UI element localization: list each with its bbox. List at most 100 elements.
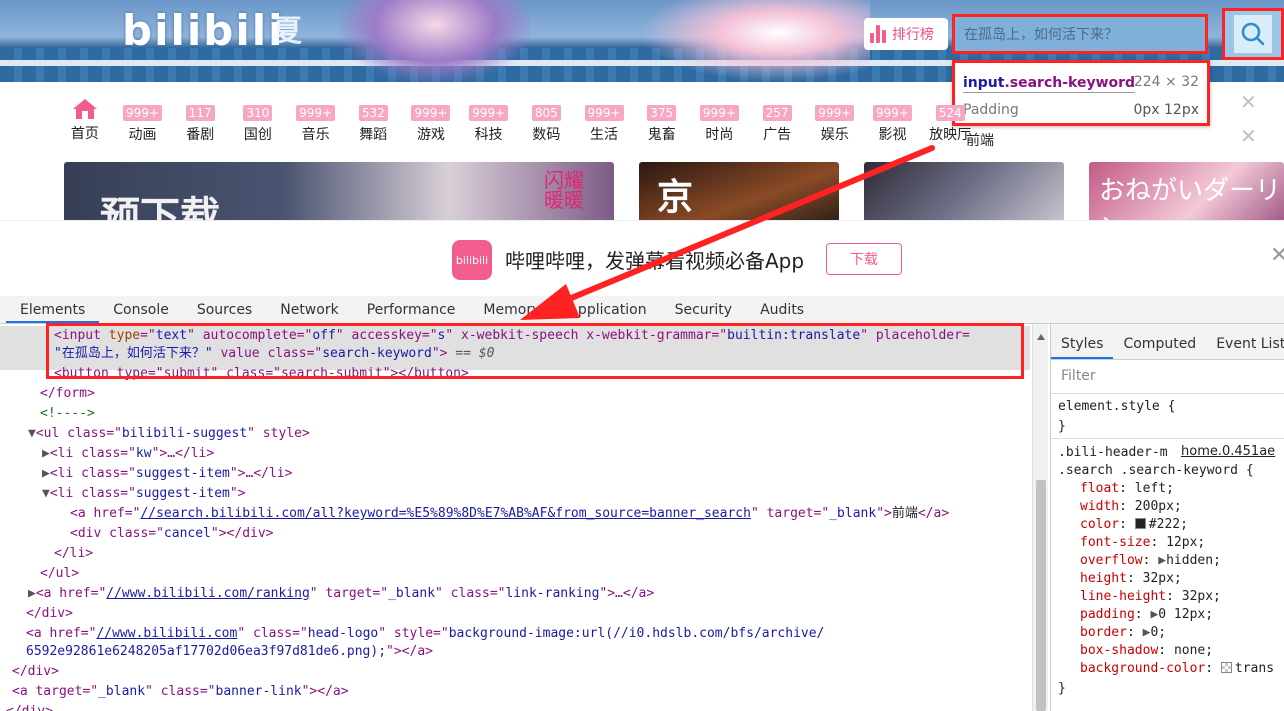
nav-item-5[interactable]: 532 舞蹈 [344, 96, 402, 146]
nav-item-13[interactable]: 999+ 娱乐 [806, 96, 864, 146]
search-button[interactable] [1222, 8, 1284, 60]
dom-line[interactable]: <a href="//search.bilibili.com/all?keywo… [70, 504, 949, 524]
dom-line[interactable]: <div class="cancel"></div> [70, 524, 274, 544]
devtools-tab-elements[interactable]: Elements [6, 296, 100, 323]
dom-line[interactable]: <!----> [40, 404, 95, 424]
devtools-tab-security[interactable]: Security [661, 296, 747, 323]
devtools-tab-network[interactable]: Network [266, 296, 352, 323]
dom-line[interactable]: </ul> [40, 564, 79, 584]
video-thumbnail[interactable]: 预下载 闪耀 暖暖 [64, 162, 614, 222]
styles-tabbar: Styles Computed Event List [1051, 324, 1284, 360]
search-input[interactable]: 在孤岛上，如何活下来？ [952, 14, 1208, 54]
nav-item-9[interactable]: 999+ 生活 [575, 96, 633, 146]
dom-line[interactable]: ▶<li class="kw">…</li> [42, 444, 214, 464]
color-swatch[interactable] [1220, 662, 1232, 673]
dom-line[interactable]: ▼<ul class="bilibili-suggest" style> [28, 424, 310, 444]
nav-item-6[interactable]: 999+ 游戏 [402, 96, 460, 146]
dom-line[interactable]: "在孤岛上，如何活下来？" value class="search-keywor… [54, 344, 494, 364]
nav-item-label: 首页 [70, 126, 99, 142]
close-icon[interactable]: ✕ [1270, 243, 1284, 268]
ranking-link[interactable]: 排行榜 [864, 18, 948, 50]
nav-count-badge: 310 [243, 105, 273, 121]
rule-source-link[interactable]: home.0.451ae [1181, 444, 1275, 459]
style-property[interactable]: font-size: 12px; [1080, 534, 1205, 552]
nav-item-label: 游戏 [416, 127, 445, 143]
nav-item-12[interactable]: 257 广告 [748, 96, 806, 146]
element-style-rule[interactable]: element.style { [1058, 398, 1175, 416]
nav-item-14[interactable]: 999+ 影视 [864, 96, 922, 146]
nav-item-10[interactable]: 375 鬼畜 [633, 96, 691, 146]
styles-tab-styles[interactable]: Styles [1051, 324, 1114, 359]
nav-count-badge: 532 [358, 105, 388, 121]
dom-line[interactable]: </div> [26, 604, 73, 624]
dom-line[interactable]: </div> [6, 702, 53, 711]
styles-tab-event-list[interactable]: Event List [1206, 324, 1284, 359]
style-property[interactable]: width: 200px; [1080, 498, 1182, 516]
bilibili-logo[interactable]: bilibili [122, 6, 285, 55]
styles-filter-input[interactable]: Filter [1051, 360, 1284, 394]
dom-line[interactable]: <button type="submit" class="search-subm… [54, 364, 469, 384]
devtools-tab-memory[interactable]: Memory [469, 296, 554, 323]
video-thumbnail[interactable]: 京 [639, 162, 839, 222]
dom-line[interactable]: 6592e92861e6248205af17702d06ea3f97d81de6… [26, 642, 433, 662]
nav-count-badge: 999+ [699, 105, 739, 121]
nav-item-11[interactable]: 999+ 时尚 [691, 96, 749, 146]
style-property[interactable]: color: #222; [1080, 516, 1188, 534]
devtools-tab-application[interactable]: Application [554, 296, 660, 323]
scroll-up-icon[interactable] [1037, 334, 1045, 340]
nav-item-4[interactable]: 999+ 音乐 [287, 96, 345, 146]
devtools-tab-sources[interactable]: Sources [183, 296, 266, 323]
dom-line[interactable]: <a target="_blank" class="banner-link"><… [12, 682, 349, 702]
nav-item-label: 生活 [590, 127, 619, 143]
dom-line[interactable]: </div> [12, 662, 59, 682]
nav-item-label: 科技 [474, 127, 503, 143]
style-property[interactable]: background-color: trans [1080, 660, 1274, 678]
app-download-bar: bilibili 哔哩哔哩，发弹幕看视频必备App 下载 ✕ [0, 220, 1284, 296]
dom-line[interactable]: ▶<a href="//www.bilibili.com/ranking" ta… [28, 584, 654, 604]
suggest-close-icon[interactable]: ✕ [1240, 124, 1257, 148]
devtools-tab-console[interactable]: Console [99, 296, 183, 323]
elements-dom-tree: <input type="text" autocomplete="off" ac… [0, 324, 1030, 711]
video-thumbnail[interactable] [864, 162, 1064, 222]
nav-item-3[interactable]: 310 国创 [229, 96, 287, 146]
property-value: 12px; [1166, 535, 1206, 550]
style-property[interactable]: float: left; [1080, 480, 1174, 498]
dom-line[interactable]: ▼<li class="suggest-item"> [42, 484, 246, 504]
property-value: left; [1134, 481, 1174, 496]
nav-item-0[interactable]: 首页 [56, 96, 114, 146]
nav-item-label: 时尚 [705, 127, 734, 143]
nav-item-15[interactable]: 524 放映厅 [921, 96, 979, 146]
style-property[interactable]: height: 32px; [1080, 570, 1182, 588]
style-property[interactable]: box-shadow: none; [1080, 642, 1213, 660]
nav-item-2[interactable]: 117 番剧 [171, 96, 229, 146]
dom-line[interactable]: ▶<li class="suggest-item">…</li> [42, 464, 292, 484]
download-button[interactable]: 下载 [826, 243, 902, 275]
style-property[interactable]: padding: ▶0 12px; [1080, 606, 1213, 624]
style-property[interactable]: border: ▶0; [1080, 624, 1166, 642]
nav-item-label: 数码 [532, 127, 561, 143]
styles-tab-computed[interactable]: Computed [1113, 324, 1206, 359]
rule-selector[interactable]: .search .search-keyword { [1058, 462, 1254, 480]
video-thumbnail[interactable]: おねがいダーリン [1089, 162, 1284, 222]
dom-line[interactable]: </li> [54, 544, 93, 564]
dom-line[interactable]: </form> [40, 384, 95, 404]
dom-line[interactable]: <input type="text" autocomplete="off" ac… [54, 326, 970, 346]
rule-selector[interactable]: .bili-header-m [1058, 444, 1168, 462]
nav-item-8[interactable]: 805 数码 [518, 96, 576, 146]
suggest-close-icon[interactable]: ✕ [1240, 90, 1257, 114]
scrollbar-thumb[interactable] [1036, 480, 1046, 711]
nav-count-badge: 999+ [411, 105, 451, 121]
style-property[interactable]: overflow: ▶hidden; [1080, 552, 1221, 570]
nav-item-7[interactable]: 999+ 科技 [460, 96, 518, 146]
color-swatch[interactable] [1134, 518, 1146, 529]
expand-toggle-icon[interactable]: ▶ [1158, 553, 1166, 568]
nav-count-badge: 257 [762, 105, 792, 121]
ranking-label: 排行榜 [892, 27, 934, 43]
dom-line[interactable]: <a href="//www.bilibili.com" class="head… [26, 624, 824, 644]
devtools-tab-audits[interactable]: Audits [746, 296, 818, 323]
style-property[interactable]: line-height: 32px; [1080, 588, 1221, 606]
dom-scrollbar[interactable] [1032, 324, 1048, 711]
nav-count-badge: 999+ [872, 105, 912, 121]
devtools-tab-performance[interactable]: Performance [353, 296, 470, 323]
nav-item-1[interactable]: 999+ 动画 [114, 96, 172, 146]
